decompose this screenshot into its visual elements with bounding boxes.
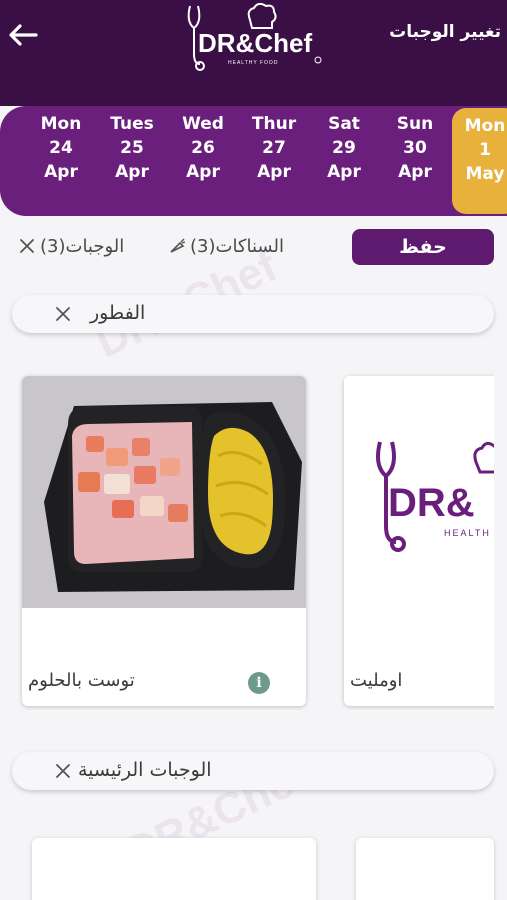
date-month: Apr	[398, 162, 432, 182]
date-number: 24	[49, 138, 73, 158]
tab-meals-label: الوجبات(3)	[40, 235, 125, 257]
brand-logo: DR& HEALTH	[344, 376, 494, 608]
brand-logo: DR&Chef HEALTHY FOOD	[187, 2, 322, 71]
date-number: 30	[403, 138, 427, 158]
fork-knife-icon	[20, 239, 34, 253]
back-button[interactable]	[6, 18, 40, 52]
date-day: Mon	[464, 116, 506, 136]
date-day: Wed	[182, 114, 224, 134]
date-number: 29	[332, 138, 356, 158]
date-item-wed-26[interactable]: Wed 26 Apr	[170, 106, 236, 216]
tab-snacks[interactable]: السناكات(3)	[168, 231, 284, 261]
date-item-mon-1-selected[interactable]: Mon 1 May	[452, 108, 507, 214]
date-month: Apr	[186, 162, 220, 182]
date-day: Thur	[251, 114, 297, 134]
meal-card[interactable]: توست بالحلوم i	[22, 376, 306, 706]
date-item-tues-25[interactable]: Tues 25 Apr	[99, 106, 165, 216]
save-button[interactable]: حفظ	[352, 229, 494, 265]
section-main-meals: الوجبات الرئيسية	[12, 752, 494, 790]
meal-image	[22, 376, 306, 608]
fork-knife-icon	[56, 307, 70, 321]
date-month: Apr	[115, 162, 149, 182]
meal-card[interactable]	[356, 838, 494, 900]
date-month: May	[465, 164, 505, 184]
date-number: 1	[479, 140, 491, 160]
app-header: DR&Chef HEALTHY FOOD تغيير الوجبات	[0, 0, 507, 106]
arrow-left-icon	[9, 24, 38, 46]
date-day: Tues	[110, 114, 154, 134]
date-strip: Mon 24 Apr Tues 25 Apr Wed 26 Apr Thur 2…	[0, 106, 507, 216]
date-number: 25	[120, 138, 144, 158]
meal-card[interactable]: DR& HEALTH اومليت	[344, 376, 494, 706]
date-item-sat-29[interactable]: Sat 29 Apr	[311, 106, 377, 216]
date-day: Sun	[396, 114, 434, 134]
date-number: 27	[262, 138, 286, 158]
date-item-thur-27[interactable]: Thur 27 Apr	[241, 106, 307, 216]
tab-snacks-label: السناكات(3)	[190, 235, 284, 257]
tab-meals[interactable]: الوجبات(3)	[18, 231, 124, 261]
date-day: Sat	[328, 114, 360, 134]
brand-tagline: HEALTHY FOOD	[228, 60, 278, 66]
carrot-icon	[170, 238, 186, 253]
date-item-sun-30[interactable]: Sun 30 Apr	[382, 106, 448, 216]
date-month: Apr	[257, 162, 291, 182]
date-item-mon-24[interactable]: Mon 24 Apr	[28, 106, 94, 216]
meal-name: توست بالحلوم	[28, 670, 135, 691]
section-main-meals-label: الوجبات الرئيسية	[78, 759, 212, 781]
info-icon[interactable]: i	[248, 672, 270, 694]
change-meals-title[interactable]: تغيير الوجبات	[389, 22, 501, 42]
date-month: Apr	[44, 162, 78, 182]
date-number: 26	[191, 138, 215, 158]
date-month: Apr	[327, 162, 361, 182]
brand-text: DR&Chef	[198, 28, 312, 58]
fork-knife-icon	[56, 764, 70, 778]
meal-card[interactable]	[32, 838, 316, 900]
svg-text:HEALTH: HEALTH	[444, 528, 491, 538]
date-day: Mon	[40, 114, 82, 134]
section-breakfast-label: الفطور	[90, 302, 146, 324]
meal-name: اومليت	[350, 670, 403, 691]
breakfast-meals-row: توست بالحلوم i DR& HEALTH اومليت	[0, 370, 494, 710]
section-breakfast: الفطور	[12, 295, 494, 333]
svg-text:DR&: DR&	[388, 481, 475, 525]
